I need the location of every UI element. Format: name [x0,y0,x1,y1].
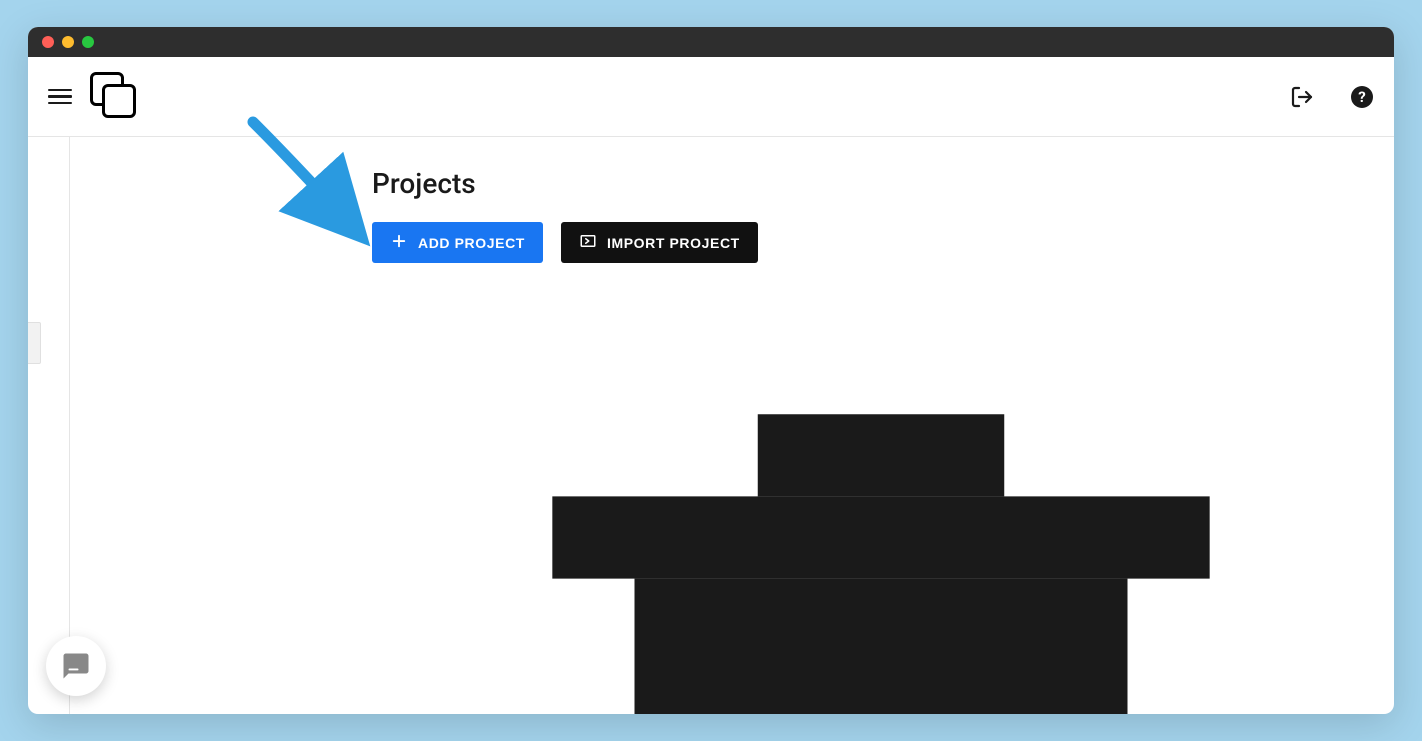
plus-icon [390,232,408,253]
help-icon[interactable]: ? [1350,85,1374,109]
window-titlebar [28,27,1394,57]
import-icon [579,232,597,253]
page-title: Projects [372,167,1374,200]
window-minimize-button[interactable] [62,36,74,48]
window-close-button[interactable] [42,36,54,48]
action-buttons: ADD PROJECT IMPORT PROJECT [372,222,1374,263]
window-maximize-button[interactable] [82,36,94,48]
logout-icon[interactable] [1290,85,1314,109]
chat-icon [61,651,91,681]
app-window: ? Projects ADD PROJECT [28,27,1394,714]
add-project-label: ADD PROJECT [418,235,525,251]
menu-icon[interactable] [48,85,72,109]
app-logo[interactable] [90,72,140,122]
content-area: Projects ADD PROJECT [28,137,1394,714]
add-project-button[interactable]: ADD PROJECT [372,222,543,263]
import-project-label: IMPORT PROJECT [607,235,740,251]
svg-text:?: ? [1358,88,1365,106]
main-panel: Projects ADD PROJECT [70,137,1394,714]
delete-row [372,291,1374,714]
sidebar-expand-handle[interactable] [28,322,41,364]
chat-fab[interactable] [46,636,106,696]
import-project-button[interactable]: IMPORT PROJECT [561,222,758,263]
sidebar-collapsed [28,137,70,714]
topbar: ? [28,57,1394,137]
